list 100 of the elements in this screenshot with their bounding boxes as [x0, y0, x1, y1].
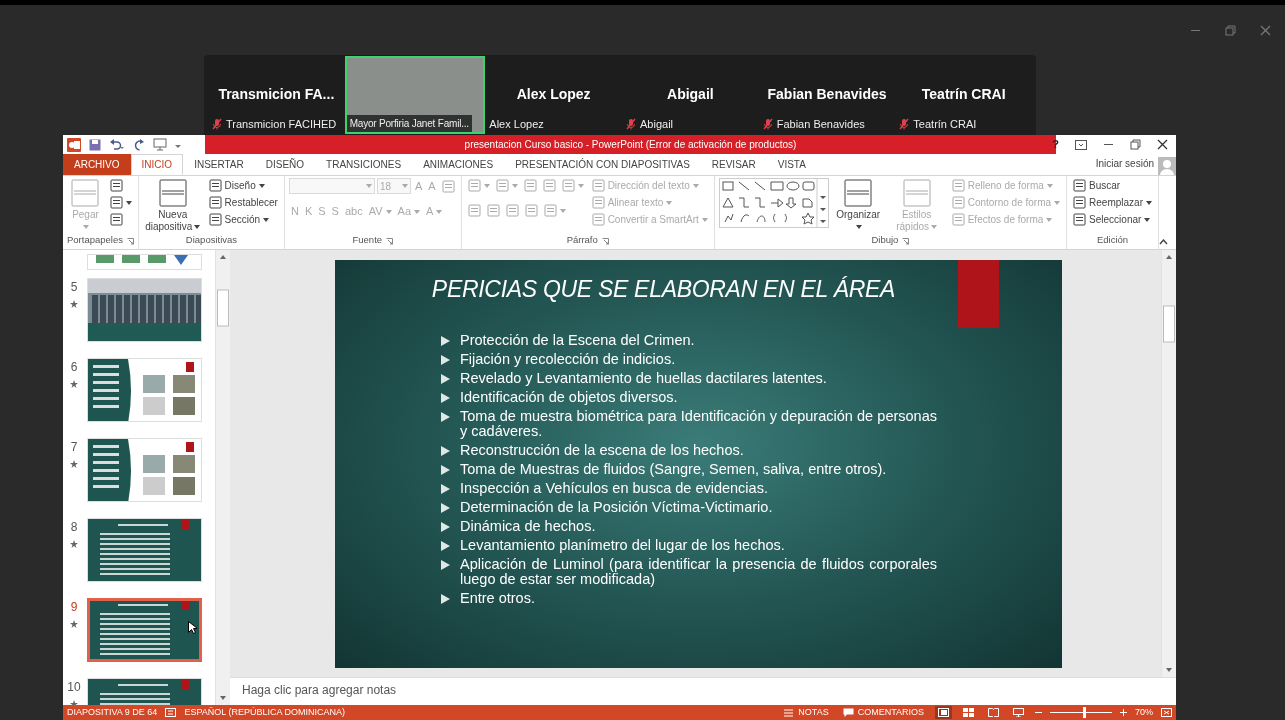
command-icon — [441, 179, 455, 193]
sign-in-link[interactable]: Iniciar sesión — [1095, 156, 1158, 176]
caret-icon — [1146, 200, 1152, 205]
zoom-in-icon[interactable] — [1120, 709, 1127, 717]
slide-thumbnail[interactable] — [87, 254, 202, 271]
group-label: Fuente — [352, 233, 383, 248]
accent-bar — [182, 679, 190, 690]
caret-icon — [401, 184, 408, 189]
participant-label: Mayor Porfiria Janet Famil... — [349, 117, 469, 131]
close-icon[interactable] — [1157, 139, 1168, 151]
caret-icon — [1144, 217, 1151, 222]
dialog-launcher-icon[interactable] — [902, 237, 910, 245]
help-button[interactable]: ? — [1052, 136, 1059, 153]
notes-placeholder[interactable]: Haga clic para agregar notas — [242, 681, 397, 700]
ribbon-tab[interactable]: DISEÑO — [254, 154, 316, 176]
file-tab[interactable]: ARCHIVO — [63, 154, 131, 176]
ribbon-button[interactable]: Organizar — [832, 178, 884, 235]
bullet-text: Toma de muestra biométrica para Identificación y depuración de personas y cadáveres. — [460, 408, 937, 439]
toolbar-button[interactable] — [108, 195, 134, 211]
notes-view-icon[interactable] — [165, 708, 177, 718]
fit-to-window-icon[interactable] — [1161, 708, 1172, 718]
ribbon-tab[interactable]: INSERTAR — [183, 154, 255, 176]
slide-thumbnail[interactable] — [87, 278, 202, 343]
ribbon-tab[interactable]: TRANSICIONES — [315, 154, 413, 176]
ribbon-button[interactable]: Diseño — [206, 178, 267, 194]
save-icon[interactable] — [89, 138, 101, 151]
caret-icon — [126, 200, 132, 205]
restore-icon[interactable] — [1225, 24, 1236, 36]
group-label: Párrafo — [566, 233, 598, 248]
caret-icon — [258, 183, 265, 188]
bullet-text: Revelado y Levantamiento de huellas dactilares latentes. — [460, 370, 828, 386]
star-icon — [70, 700, 78, 706]
presentation-icon[interactable] — [153, 138, 167, 152]
participant-label: Abigail — [640, 116, 674, 132]
command-icon — [591, 213, 605, 227]
notes-button[interactable]: NOTAS — [780, 706, 832, 720]
view-button[interactable] — [1010, 706, 1027, 720]
undo-icon[interactable] — [109, 138, 125, 151]
redo-icon[interactable] — [133, 138, 145, 151]
ribbon-button[interactable]: Seleccionar — [1071, 212, 1153, 228]
caret-icon — [414, 209, 420, 214]
slide-thumbnail[interactable] — [87, 358, 202, 423]
caret-icon — [365, 184, 372, 189]
ribbon-tab[interactable]: PRESENTACIÓN CON DIAPOSITIVAS — [504, 154, 701, 176]
ribbon-button[interactable]: Restablecer — [206, 195, 280, 211]
slide-thumbnail[interactable] — [87, 598, 202, 663]
ribbon-tab[interactable]: VISTA — [766, 154, 817, 176]
bullet-icon — [441, 392, 450, 403]
bullet-text: Dinámica de hechos. — [460, 518, 597, 534]
caret-icon — [194, 224, 201, 229]
command-icon — [561, 179, 575, 193]
zoom-slider-thumb[interactable] — [1083, 707, 1087, 719]
accent-bar — [182, 519, 190, 530]
participant-name: Abigail — [666, 85, 715, 104]
caret-icon — [1046, 217, 1053, 222]
view-icon — [963, 708, 974, 718]
command-icon — [486, 204, 500, 218]
participant-name: Teatrín CRAI — [920, 85, 1007, 104]
window-title: presentacion Curso basico - PowerPoint (Error de activación de productos) — [464, 138, 797, 153]
bullet-text: Aplicación de Luminol (para identificar la presencia de fluidos corporales luego de estar ser modificada) — [460, 556, 937, 587]
view-button[interactable] — [935, 706, 952, 720]
slide-number: 9 — [69, 599, 79, 617]
zoom-level[interactable]: 70% — [1135, 705, 1153, 720]
ribbon-display-icon[interactable] — [1075, 139, 1087, 150]
comment-icon[interactable] — [842, 708, 854, 718]
star-icon — [70, 620, 78, 629]
ribbon-tab[interactable]: ANIMACIONES — [412, 154, 505, 176]
toolbar-button[interactable] — [108, 178, 125, 194]
restore-icon[interactable] — [1130, 139, 1141, 151]
ribbon-tab[interactable]: REVISAR — [700, 154, 767, 176]
ribbon-tab[interactable]: INICIO — [130, 154, 184, 176]
toolbar-button[interactable] — [108, 212, 125, 228]
command-icon — [208, 179, 222, 193]
dialog-launcher-icon[interactable] — [127, 237, 134, 245]
star-icon — [70, 300, 78, 309]
command-icon — [505, 204, 519, 218]
command-icon — [951, 196, 965, 210]
ribbon-button[interactable]: Buscar — [1071, 178, 1123, 194]
shape-gallery[interactable] — [718, 178, 829, 229]
language-label[interactable]: ESPAÑOL (REPÚBLICA DOMINICANA) — [184, 705, 345, 720]
bullet-icon — [441, 335, 450, 346]
caret-icon — [701, 217, 708, 222]
collapse-ribbon-icon[interactable] — [1159, 239, 1168, 246]
slide-thumbnail[interactable] — [87, 438, 202, 503]
view-button[interactable] — [960, 706, 977, 720]
comments-button[interactable]: COMENTARIOS — [839, 706, 927, 720]
ribbon-button[interactable]: Nueva diapositiva — [143, 178, 203, 235]
bullet-icon — [441, 540, 450, 551]
caret-icon — [856, 224, 863, 229]
view-button[interactable] — [985, 706, 1002, 720]
ribbon-button[interactable]: Reemplazar — [1071, 195, 1154, 211]
dialog-launcher-icon[interactable] — [386, 237, 394, 245]
command-icon — [467, 179, 481, 193]
slide-thumbnail[interactable] — [87, 518, 202, 583]
participant-name: Fabian Benavides — [766, 85, 888, 104]
accent-bar — [186, 362, 194, 373]
dialog-launcher-icon[interactable] — [601, 237, 609, 245]
view-icon — [1013, 708, 1024, 718]
ribbon-button[interactable]: Sección — [206, 212, 272, 228]
slide-number: 10 — [66, 679, 82, 697]
